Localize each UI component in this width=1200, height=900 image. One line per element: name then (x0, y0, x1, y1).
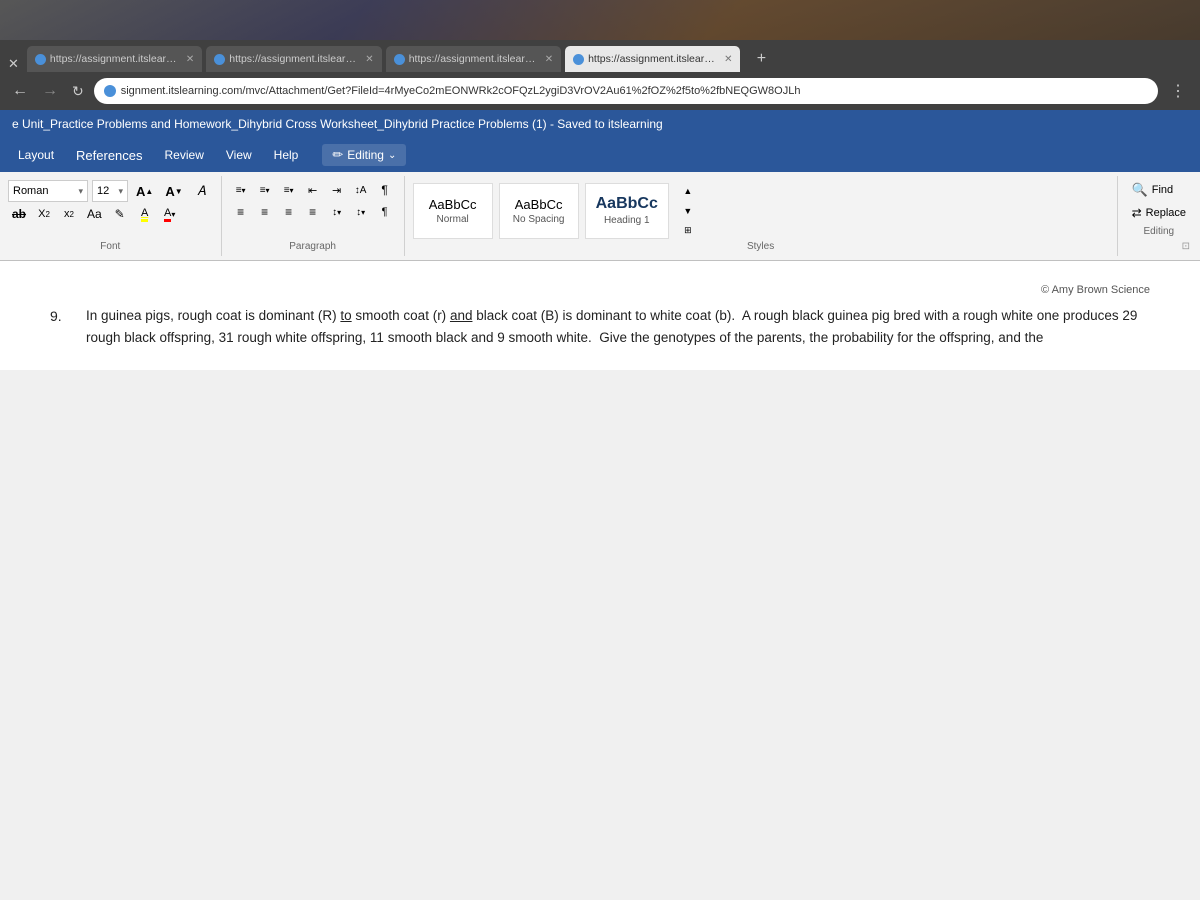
clear-formatting-button[interactable]: 𝐴 (191, 181, 213, 201)
subscript-button[interactable]: X2 (33, 204, 55, 224)
font-select-button[interactable]: Aa (83, 204, 106, 224)
tab-2-close[interactable]: ✕ (365, 54, 373, 65)
align-right-button[interactable]: ≡ (278, 202, 300, 222)
document-title: e Unit_Practice Problems and Homework_Di… (12, 117, 663, 131)
line-spacing-button[interactable]: ↕▾ (326, 202, 348, 222)
increase-indent-button[interactable]: ⇥ (326, 180, 348, 200)
style-heading1[interactable]: AaBbCc Heading 1 (585, 183, 669, 239)
browser-tab-2[interactable]: https://assignment.itslearning.c... ✕ (206, 46, 381, 72)
multilevel-button[interactable]: ≡▾ (278, 180, 300, 200)
browser-tab-4[interactable]: https://assignment.itslearning.c... ✕ (565, 46, 740, 72)
editing-expand-icon: ⊡ (1182, 241, 1190, 252)
align-center-button[interactable]: ≡ (254, 202, 276, 222)
styles-group-label: Styles (413, 241, 1109, 252)
address-bar-url[interactable]: signment.itslearning.com/mvc/Attachment/… (121, 85, 801, 97)
sort-button[interactable]: ↕A (350, 180, 372, 200)
tab-4-label: https://assignment.itslearning.c... (588, 53, 718, 65)
editing-label: Editing (347, 148, 384, 162)
ribbon-menu-layout[interactable]: Layout (8, 144, 64, 166)
replace-label: Replace (1146, 207, 1186, 219)
to-text: to (340, 308, 351, 323)
find-icon: 🔍 (1132, 182, 1148, 198)
browser-tab-1[interactable]: https://assignment.itslearning.c... ✕ (27, 46, 202, 72)
browser-tab-3[interactable]: https://assignment.itslearning.c... ✕ (386, 46, 561, 72)
paragraph-group-label: Paragraph (230, 241, 396, 252)
font-size-value: 12 (97, 185, 109, 197)
highlight-button[interactable]: A (134, 204, 156, 224)
editing-chevron-icon: ⌄ (388, 150, 396, 161)
font-group-label: Font (8, 241, 213, 252)
styles-scroll-down[interactable]: ▼ (677, 202, 699, 220)
style-normal-label: Normal (437, 214, 469, 225)
editing-mode-button[interactable]: ✏ Editing ⌄ (322, 144, 406, 166)
close-window-button[interactable]: ✕ (8, 56, 19, 72)
decrease-indent-button[interactable]: ⇤ (302, 180, 324, 200)
font-color-button[interactable]: A ▾ (159, 204, 181, 224)
styles-scroll-up[interactable]: ▲ (677, 182, 699, 200)
new-tab-button[interactable]: + (748, 46, 774, 72)
ribbon-menu-references[interactable]: References (66, 144, 152, 167)
copyright-line: © Amy Brown Science (50, 281, 1150, 299)
style-normal-preview: AaBbCc (429, 197, 477, 212)
style-nospace-label: No Spacing (513, 214, 565, 225)
style-heading1-preview: AaBbCc (596, 195, 658, 213)
address-bar-security-icon (104, 85, 116, 97)
tab-3-label: https://assignment.itslearning.c... (409, 53, 539, 65)
justify-button[interactable]: ≡ (302, 202, 324, 222)
paragraph-mark-button[interactable]: ¶ (374, 202, 396, 222)
font-name-select[interactable]: Roman ▾ (8, 180, 88, 202)
ribbon-menu-review[interactable]: Review (155, 144, 214, 166)
text-effects-button[interactable]: ✎ (109, 204, 131, 224)
show-hide-button[interactable]: ¶ (374, 180, 396, 200)
font-name-value: Roman (13, 185, 48, 197)
ribbon-menu-view[interactable]: View (216, 144, 262, 166)
font-shrink-button[interactable]: A▼ (161, 181, 186, 201)
paragraph-group: ≡▾ ≡▾ ≡▾ ⇤ ⇥ ↕A ¶ ≡ ≡ ≡ ≡ ↕▾ ↕▾ ¶ Paragr… (222, 176, 405, 256)
tab-4-close[interactable]: ✕ (724, 54, 732, 65)
font-color-dropdown-icon: ▾ (171, 210, 175, 219)
tab-3-close[interactable]: ✕ (545, 54, 553, 65)
font-grow-button[interactable]: A▲ (132, 181, 157, 201)
bullets-button[interactable]: ≡▾ (230, 180, 252, 200)
numbering-button[interactable]: ≡▾ (254, 180, 276, 200)
font-size-select[interactable]: 12 ▾ (92, 180, 128, 202)
font-size-dropdown-icon: ▾ (118, 186, 123, 197)
style-nospace-preview: AaBbCc (515, 197, 563, 212)
editing-tools-group: 🔍 Find ⇄ Replace Editing ⊡ (1118, 176, 1200, 256)
style-no-spacing[interactable]: AaBbCc No Spacing (499, 183, 579, 239)
bold-button[interactable]: ab (8, 204, 30, 224)
editing-tools-label: Editing (1128, 226, 1190, 237)
nav-refresh-button[interactable]: ↻ (68, 81, 88, 102)
tab-1-label: https://assignment.itslearning.c... (50, 53, 180, 65)
styles-scroll-buttons: ▲ ▼ ⊞ (677, 182, 699, 240)
settings-button[interactable]: ⋮ (1164, 79, 1192, 103)
replace-icon: ⇄ (1132, 206, 1142, 220)
styles-group: AaBbCc Normal AaBbCc No Spacing AaBbCc H… (405, 176, 1118, 256)
align-left-button[interactable]: ≡ (230, 202, 252, 222)
style-heading1-label: Heading 1 (604, 215, 650, 226)
tab-2-label: https://assignment.itslearning.c... (229, 53, 359, 65)
styles-expand[interactable]: ⊞ (677, 222, 699, 240)
document-content: © Amy Brown Science 9. In guinea pigs, r… (0, 261, 1200, 370)
superscript-button[interactable]: x2 (58, 204, 80, 224)
nav-forward-button[interactable]: → (38, 80, 62, 102)
paragraph-text: In guinea pigs, rough coat is dominant (… (86, 305, 1150, 350)
replace-button[interactable]: ⇄ Replace (1128, 204, 1190, 222)
tab-1-close[interactable]: ✕ (186, 54, 194, 65)
pencil-icon: ✏ (332, 147, 343, 163)
font-name-dropdown-icon: ▾ (78, 186, 83, 197)
find-label: Find (1152, 184, 1173, 196)
paragraph-9: 9. In guinea pigs, rough coat is dominan… (50, 305, 1150, 350)
paragraph-number: 9. (50, 305, 76, 350)
font-group: Roman ▾ 12 ▾ A▲ A▼ 𝐴 ab X2 x2 Aa ✎ A A (0, 176, 222, 256)
find-button[interactable]: 🔍 Find (1128, 180, 1190, 200)
indent-spacing-button[interactable]: ↕▾ (350, 202, 372, 222)
style-normal[interactable]: AaBbCc Normal (413, 183, 493, 239)
nav-back-button[interactable]: ← (8, 80, 32, 102)
and-text: and (450, 308, 473, 323)
ribbon-menu-help[interactable]: Help (264, 144, 309, 166)
